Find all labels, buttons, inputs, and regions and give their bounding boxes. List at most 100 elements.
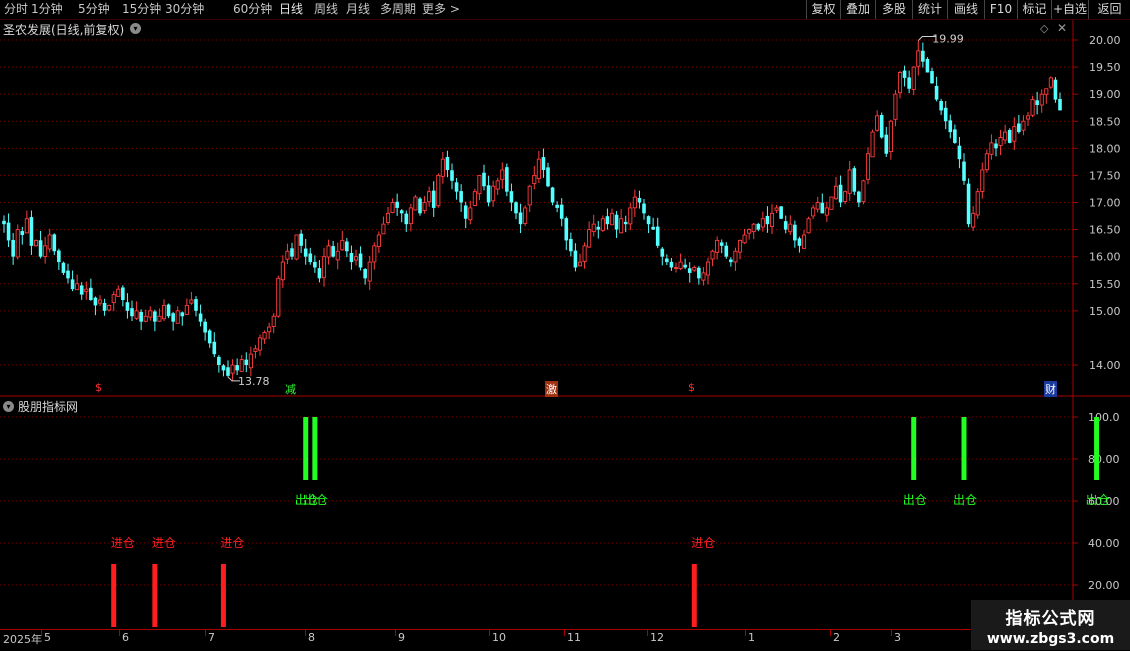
candle <box>175 306 180 324</box>
candle <box>363 268 367 285</box>
period-tab-0[interactable]: 分时 <box>4 2 28 17</box>
candle <box>577 253 583 267</box>
x-axis-tick <box>41 630 42 636</box>
period-tab-4[interactable]: 30分钟 <box>165 2 204 17</box>
toolbar-button-5[interactable]: F10 <box>984 0 1017 19</box>
period-tab-3[interactable]: 15分钟 <box>122 2 161 17</box>
candle <box>637 190 642 209</box>
event-marker-4[interactable]: 财 <box>1044 381 1057 397</box>
toolbar-button-2[interactable]: 多股 <box>875 0 912 19</box>
period-tab-7[interactable]: 周线 <box>314 2 338 17</box>
candle <box>907 70 911 94</box>
event-marker-1[interactable]: 减 <box>285 381 296 397</box>
x-axis-tick <box>205 630 206 636</box>
period-tab-8[interactable]: 月线 <box>346 2 370 17</box>
x-axis-tick <box>830 630 831 636</box>
candle <box>747 228 752 240</box>
main-y-tick-label: 18.50 <box>1089 115 1121 128</box>
candle <box>221 364 226 377</box>
candle <box>372 242 377 270</box>
main-y-tick-label: 19.00 <box>1089 88 1121 101</box>
period-tab-6[interactable]: 日线 <box>279 2 303 17</box>
main-y-tick-label: 16.00 <box>1089 251 1121 264</box>
event-marker-0[interactable]: $ <box>95 381 102 394</box>
sell-signal-label: 出仓 <box>903 493 927 507</box>
candle <box>870 129 875 158</box>
period-tab-1[interactable]: 1分钟 <box>31 2 63 17</box>
event-marker-3[interactable]: $ <box>688 381 695 394</box>
candle <box>335 242 340 270</box>
toolbar-button-6[interactable]: 标记 <box>1017 0 1051 19</box>
candle <box>737 239 743 260</box>
candle <box>148 306 153 321</box>
x-axis-label: 2025年 <box>3 633 42 646</box>
x-axis-label: 10 <box>492 631 506 644</box>
main-panel-close-icon[interactable]: ✕ <box>1057 21 1067 35</box>
candle <box>994 138 998 157</box>
candle <box>665 254 669 266</box>
candle <box>838 175 843 208</box>
event-marker-2[interactable]: 激 <box>545 381 558 397</box>
period-tab-10[interactable]: 更多 > <box>422 2 460 17</box>
candle <box>984 149 989 173</box>
candle <box>180 311 185 326</box>
candle <box>1017 115 1021 134</box>
candle <box>1025 112 1031 127</box>
candle <box>733 247 738 271</box>
candle <box>184 298 189 315</box>
toolbar-button-7[interactable]: +自选 <box>1051 0 1088 19</box>
main-panel-settings-icon[interactable]: ◇ <box>1040 22 1048 35</box>
candle <box>482 164 486 191</box>
x-axis-label: 1 <box>748 631 755 644</box>
candle <box>953 124 957 144</box>
candle <box>806 216 811 234</box>
candle <box>1003 124 1008 144</box>
candle <box>358 246 363 271</box>
toolbar-button-4[interactable]: 画线 <box>947 0 984 19</box>
sub-y-tick-label: 40.00 <box>1088 537 1120 550</box>
candle <box>934 76 939 102</box>
candle <box>861 179 866 205</box>
candle <box>550 186 555 206</box>
candle <box>573 243 578 272</box>
toolbar-button-8[interactable]: 返回 <box>1088 0 1130 19</box>
candle <box>852 166 857 196</box>
candle <box>980 162 985 199</box>
toolbar-button-3[interactable]: 统计 <box>912 0 947 19</box>
candle <box>468 200 473 225</box>
candle <box>226 360 230 377</box>
main-title-dropdown-icon[interactable]: ▾ <box>130 23 141 34</box>
period-tab-9[interactable]: 多周期 <box>380 2 416 17</box>
candle <box>198 304 203 327</box>
candle <box>130 300 134 322</box>
sub-title-dropdown-icon[interactable]: ▾ <box>3 401 14 412</box>
candle <box>998 129 1003 156</box>
period-tab-2[interactable]: 5分钟 <box>78 2 110 17</box>
candle <box>628 202 633 231</box>
candle <box>248 346 253 377</box>
candle <box>1053 77 1058 103</box>
candle <box>57 248 61 271</box>
candle <box>418 196 422 216</box>
candle <box>61 261 66 276</box>
candle <box>212 332 217 358</box>
candle <box>760 211 765 232</box>
watermark-title: 指标公式网 <box>1005 609 1096 629</box>
candle <box>431 181 436 217</box>
x-axis-label: 3 <box>894 631 901 644</box>
candle <box>651 217 655 231</box>
main-y-tick-label: 15.50 <box>1089 278 1121 291</box>
candle <box>939 98 943 115</box>
toolbar-button-0[interactable]: 复权 <box>806 0 840 19</box>
toolbar-button-1[interactable]: 叠加 <box>840 0 875 19</box>
candle <box>6 213 11 247</box>
candle <box>395 193 399 216</box>
x-axis-tick <box>305 630 306 636</box>
sell-signal-label: 出仓 <box>953 493 977 507</box>
price-chart[interactable]: 20.00 19.50 19.00 18.50 18.00 17.50 17.00 16.50… <box>0 20 1130 397</box>
sell-signal-bar <box>312 417 318 480</box>
period-tab-5[interactable]: 60分钟 <box>233 2 272 17</box>
candle <box>509 183 514 212</box>
indicator-chart[interactable]: 100.080.0060.0040.0020.00出仓出仓 出仓 出仓 出仓进仓 进仓进… <box>0 397 1130 629</box>
candle <box>367 255 372 290</box>
